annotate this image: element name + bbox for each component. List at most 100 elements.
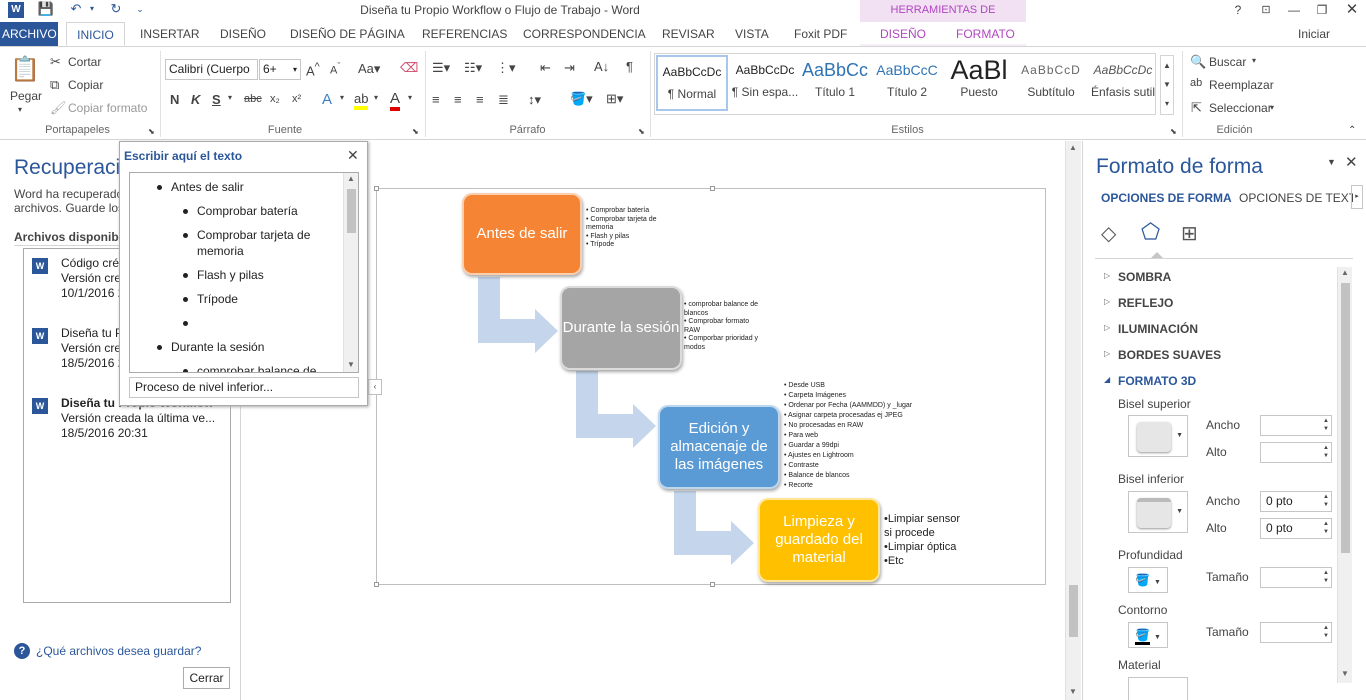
text-effects-dropdown-icon[interactable]: ▾ [340, 93, 344, 102]
format-painter-icon[interactable]: 🖌 [50, 100, 67, 116]
layout-properties-icon[interactable]: ⊞ [1181, 221, 1198, 246]
align-right-icon[interactable]: ≡ [476, 92, 484, 107]
highlight-icon[interactable]: ab [354, 91, 369, 110]
underline-dropdown-icon[interactable]: ▾ [228, 93, 232, 102]
section-formato-3d[interactable]: FORMATO 3D [1118, 374, 1196, 388]
bottom-bevel-height-input[interactable]: 0 pto ▲ ▼ [1260, 518, 1332, 539]
font-color-dropdown-icon[interactable]: ▾ [408, 93, 412, 102]
text-line-level2[interactable]: comprobar balance de [183, 364, 316, 372]
clipboard-launcher-icon[interactable]: ⬊ [148, 127, 155, 136]
bold-icon[interactable]: N [170, 92, 179, 107]
scroll-up-icon[interactable]: ▲ [1069, 143, 1077, 152]
close-button[interactable]: Cerrar [183, 667, 230, 689]
increase-indent-icon[interactable]: ⇥ [564, 60, 575, 76]
contour-color-button[interactable]: 🪣 ▼ [1128, 622, 1168, 648]
text-line-level2[interactable]: Flash y pilas [183, 268, 264, 282]
bottom-bevel-width-input[interactable]: 0 pto ▲ ▼ [1260, 491, 1332, 512]
paste-dropdown-icon[interactable]: ▾ [18, 105, 22, 114]
ribbon-display-icon[interactable]: ⊡ [1252, 0, 1280, 20]
tab-diseno-pagina[interactable]: DISEÑO DE PÁGINA [288, 22, 407, 46]
scroll-down-icon[interactable]: ▼ [347, 360, 355, 369]
select-icon[interactable]: ⇱ [1191, 100, 1202, 116]
section-sombra[interactable]: SOMBRA [1118, 270, 1171, 284]
underline-icon[interactable]: S [212, 92, 221, 107]
spinner-icon[interactable]: ▲ ▼ [1323, 520, 1329, 536]
close-window-icon[interactable]: ✕ [1338, 0, 1366, 20]
pane-options-dropdown-icon[interactable]: ▼ [1327, 157, 1336, 167]
spinner-icon[interactable]: ▲ ▼ [1323, 417, 1329, 433]
style-enfasis-sutil[interactable]: AaBbCcDc Énfasis sutil [1087, 55, 1159, 111]
font-size-combo[interactable]: 6+ ▾ [259, 59, 301, 80]
close-icon[interactable]: ✕ [347, 147, 359, 164]
scroll-down-icon[interactable]: ▼ [1069, 687, 1077, 696]
scroll-thumb[interactable] [1341, 283, 1350, 553]
borders-icon[interactable]: ⊞▾ [606, 91, 623, 107]
text-line-level2[interactable]: Trípode [183, 292, 238, 306]
shape-edicion-almacenaje[interactable]: Edición y almacenaje de las imágenes [658, 405, 780, 489]
align-left-icon[interactable]: ≡ [432, 92, 440, 107]
italic-icon[interactable]: K [191, 92, 200, 107]
depth-size-input[interactable]: ▲ ▼ [1260, 567, 1332, 588]
section-reflejo[interactable]: REFLEJO [1118, 296, 1173, 310]
depth-color-button[interactable]: 🪣 ▼ [1128, 567, 1168, 593]
tab-foxit[interactable]: Foxit PDF [792, 22, 849, 46]
align-center-icon[interactable]: ≡ [454, 92, 462, 107]
tab-smartart-formato[interactable]: FORMATO [954, 22, 1017, 46]
find-dropdown-icon[interactable]: ▾ [1252, 56, 1256, 65]
superscript-icon[interactable]: x² [292, 93, 301, 105]
section-bordes-suaves[interactable]: BORDES SUAVES [1118, 348, 1221, 362]
which-files-link[interactable]: ¿Qué archivos desea guardar? [36, 644, 201, 658]
effects-icon[interactable]: ⬠ [1141, 219, 1160, 245]
copy-icon[interactable]: ⧉ [50, 77, 59, 93]
tab-correspondencia[interactable]: CORRESPONDENCIA [521, 22, 648, 46]
notes-antes-de-salir[interactable]: • Comprobar batería • Comprobar tarjeta … [586, 207, 657, 250]
help-button[interactable]: ? [1224, 0, 1252, 20]
highlight-dropdown-icon[interactable]: ▾ [374, 93, 378, 102]
subscript-icon[interactable]: x₂ [270, 93, 280, 105]
change-case-icon[interactable]: Aa▾ [358, 61, 380, 77]
font-color-icon[interactable]: A [390, 90, 401, 111]
restore-icon[interactable]: ❐ [1308, 0, 1336, 20]
tab-archivo[interactable]: ARCHIVO [0, 22, 58, 46]
text-line-level1[interactable]: Durante la sesión [157, 340, 264, 354]
tab-referencias[interactable]: REFERENCIAS [420, 22, 509, 46]
replace-icon[interactable]: ab [1190, 77, 1202, 89]
decrease-indent-icon[interactable]: ⇤ [540, 60, 551, 76]
text-line-level1[interactable]: Antes de salir [157, 180, 244, 194]
spinner-icon[interactable]: ▲ ▼ [1323, 569, 1329, 585]
styles-launcher-icon[interactable]: ⬊ [1170, 127, 1177, 136]
scroll-down-icon[interactable]: ▼ [1341, 669, 1349, 678]
shrink-font-icon[interactable]: Aˇ [330, 61, 340, 77]
tab-smartart-diseno[interactable]: DISEÑO [878, 22, 928, 46]
style-normal[interactable]: AaBbCcDc ¶ Normal [656, 55, 728, 111]
spinner-icon[interactable]: ▲ ▼ [1323, 493, 1329, 509]
show-marks-icon[interactable]: ¶ [626, 59, 633, 74]
cut-button[interactable]: Cortar [68, 55, 101, 69]
scroll-thumb[interactable] [1069, 585, 1078, 637]
shading-icon[interactable]: 🪣▾ [570, 91, 593, 107]
numbering-icon[interactable]: ☷▾ [464, 60, 482, 76]
font-launcher-icon[interactable]: ⬊ [412, 127, 419, 136]
scroll-thumb[interactable] [347, 189, 356, 233]
tabs-scroll-icon[interactable]: ▸ [1351, 185, 1363, 209]
text-line-level2[interactable]: Comprobar tarjeta de [183, 228, 310, 242]
find-icon[interactable]: 🔍 [1190, 54, 1206, 70]
shape-limpieza-guardado[interactable]: Limpieza y guardado del material [758, 498, 880, 582]
tab-revisar[interactable]: REVISAR [660, 22, 717, 46]
clear-formatting-icon[interactable]: ⌫ [400, 60, 418, 76]
replace-button[interactable]: Reemplazar [1209, 78, 1274, 92]
minimize-icon[interactable]: — [1280, 0, 1308, 20]
paragraph-launcher-icon[interactable]: ⬊ [638, 127, 645, 136]
lower-level-process-link[interactable]: Proceso de nivel inferior... [129, 377, 359, 398]
font-name-combo[interactable]: Calibri (Cuerpo [165, 59, 258, 80]
document-scrollbar[interactable]: ▲ ▼ [1065, 141, 1081, 700]
bottom-bevel-picker[interactable]: ▼ [1128, 491, 1188, 533]
top-bevel-height-input[interactable]: ▲ ▼ [1260, 442, 1332, 463]
spinner-icon[interactable]: ▲ ▼ [1323, 624, 1329, 640]
text-pane-scrollbar[interactable]: ▲ ▼ [343, 173, 358, 372]
tab-shape-options[interactable]: OPCIONES DE FORMA [1101, 191, 1232, 205]
paste-button[interactable]: Pegar [10, 89, 42, 103]
bullets-icon[interactable]: ☰▾ [432, 60, 450, 76]
style-sin-espaciado[interactable]: AaBbCcDc ¶ Sin espa... [729, 55, 801, 111]
text-line-level2[interactable]: Comprobar batería [183, 204, 298, 218]
